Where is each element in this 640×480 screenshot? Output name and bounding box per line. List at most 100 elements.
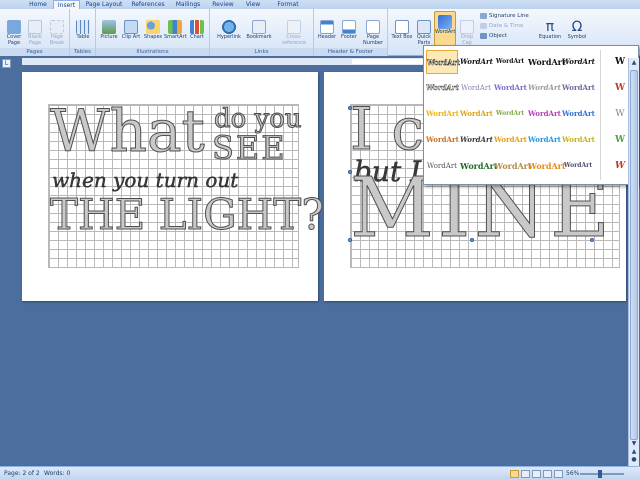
wordart-style-16[interactable]: WordArt [426, 128, 459, 152]
bookmark-button[interactable]: Bookmark [246, 20, 272, 50]
scrollbar-thumb[interactable] [630, 70, 638, 440]
wordart-style-24[interactable]: WordArt [528, 154, 566, 178]
selection-handle[interactable] [348, 170, 352, 174]
wordart-style-25[interactable]: WordArt [562, 154, 594, 178]
wordart-style-7[interactable]: WordArt [460, 76, 492, 100]
wordart-style-21[interactable]: WordArt [426, 154, 458, 178]
header-button[interactable]: Header [316, 20, 338, 50]
selection-handle[interactable] [348, 106, 352, 110]
wordart-style-15[interactable]: WordArt [562, 102, 595, 126]
tab-view[interactable]: View [242, 0, 264, 9]
office-button[interactable] [4, 0, 22, 9]
chart-button[interactable]: Chart [186, 20, 208, 50]
vertical-scrollbar[interactable]: ▲ ▼ ▲ ● [628, 58, 639, 466]
group-label-header-footer: Header & Footer [314, 48, 387, 56]
object-button[interactable]: Object [480, 32, 507, 40]
text-box-button[interactable]: Text Box [391, 20, 413, 50]
wordart-style-6[interactable]: WordArt [426, 76, 459, 100]
wordart-style-8[interactable]: WordArt [494, 76, 527, 100]
drop-cap-icon [460, 20, 474, 34]
hyperlink-button[interactable]: Hyperlink [216, 20, 242, 50]
table-icon [76, 20, 90, 34]
wordart-button[interactable]: WordArt [434, 11, 456, 46]
wordart-style-10[interactable]: WordArt [562, 76, 595, 100]
footer-button[interactable]: Footer [338, 20, 360, 50]
smartart-icon [168, 20, 182, 34]
web-layout-view-button[interactable] [532, 470, 541, 478]
tab-insert[interactable]: Insert [53, 0, 80, 9]
word-count[interactable]: Words: 0 [44, 467, 70, 480]
tab-format[interactable]: Format [268, 0, 308, 9]
zoom-slider-knob[interactable] [598, 470, 602, 478]
wordart-see[interactable]: SEE [212, 132, 287, 165]
wordart-style-12[interactable]: WordArt [460, 102, 493, 126]
wordart-when-you-turn-out[interactable]: when you turn out [52, 170, 239, 190]
wordart-style-1[interactable]: WordArt [426, 50, 460, 74]
selection-handle[interactable] [590, 238, 594, 242]
wordart-style-2[interactable]: WordArt [460, 50, 493, 74]
tab-mailings[interactable]: Mailings [172, 0, 204, 9]
page-count[interactable]: Page: 2 of 2 [4, 467, 40, 480]
shapes-button[interactable]: Shapes [142, 20, 164, 50]
wordart-style-20[interactable]: WordArt [562, 128, 595, 152]
scroll-up-icon[interactable]: ▲ [630, 59, 638, 67]
ribbon-tab-row: Home Insert Page Layout References Maili… [0, 0, 640, 9]
document-page-1[interactable]: What do you SEE when you turn out THE LI… [22, 72, 324, 301]
previous-page-icon[interactable]: ▲ [630, 448, 638, 456]
blank-page-button[interactable]: Blank Page [24, 20, 46, 50]
group-links: Hyperlink Bookmark Cross-reference Links [210, 9, 314, 56]
ruler-toggle[interactable]: L [2, 59, 11, 68]
wordart-icon [438, 15, 452, 29]
date-time-button[interactable]: Date & Time [480, 22, 523, 30]
clip-art-icon [124, 20, 138, 34]
zoom-level[interactable]: 56% [566, 467, 579, 480]
outline-view-button[interactable] [543, 470, 552, 478]
tab-references[interactable]: References [128, 0, 168, 9]
wordart-style-11[interactable]: WordArt [426, 102, 459, 126]
bookmark-icon [252, 20, 266, 34]
wordart-style-18[interactable]: WordArt [494, 128, 527, 152]
tab-home[interactable]: Home [26, 0, 50, 9]
cover-page-icon [7, 20, 21, 34]
print-layout-view-button[interactable] [510, 470, 519, 478]
cross-reference-button[interactable]: Cross-reference [276, 20, 312, 50]
globe-icon [222, 20, 236, 34]
wordart-style-14[interactable]: WordArt [528, 102, 561, 126]
page-break-button[interactable]: Page Break [46, 20, 68, 50]
group-label-links: Links [210, 48, 313, 56]
picture-button[interactable]: Picture [98, 20, 120, 50]
cover-page-button[interactable]: Cover Page [3, 20, 25, 50]
cross-reference-icon [287, 20, 301, 34]
full-screen-reading-view-button[interactable] [521, 470, 530, 478]
wordart-style-4[interactable]: WordArt [528, 50, 566, 74]
object-icon [480, 33, 487, 39]
wordart-style-17[interactable]: WordArt [460, 128, 493, 152]
signature-line-button[interactable]: Signature Line [480, 12, 529, 20]
wordart-style-9[interactable]: WordArt [528, 76, 561, 100]
wordart-style-5[interactable]: WordArt [562, 50, 595, 74]
group-header-footer: Header Footer Page Number Header & Foote… [314, 9, 388, 56]
draft-view-button[interactable] [554, 470, 563, 478]
smartart-button[interactable]: SmartArt [164, 20, 187, 50]
selection-handle[interactable] [470, 238, 474, 242]
select-browse-object-icon[interactable]: ● [630, 456, 638, 464]
wordart-what[interactable]: What [50, 102, 206, 161]
table-button[interactable]: Table [72, 20, 94, 50]
wordart-style-23[interactable]: WordArt [494, 154, 532, 178]
selection-handle[interactable] [348, 238, 352, 242]
page-number-button[interactable]: Page Number [360, 20, 386, 50]
wordart-style-3[interactable]: WordArt [494, 50, 526, 74]
tab-review[interactable]: Review [208, 0, 238, 9]
shapes-icon [146, 20, 160, 34]
zoom-slider[interactable] [580, 473, 624, 475]
blank-page-icon [28, 20, 42, 34]
pi-icon: π [545, 19, 555, 35]
wordart-style-19[interactable]: WordArt [528, 128, 561, 152]
wordart-the-light[interactable]: THE LIGHT? [50, 193, 325, 236]
tab-page-layout[interactable]: Page Layout [84, 0, 124, 9]
calendar-icon [480, 23, 487, 29]
clip-art-button[interactable]: Clip Art [120, 20, 142, 50]
wordart-style-13[interactable]: WordArt [494, 102, 526, 126]
scroll-down-icon[interactable]: ▼ [630, 440, 638, 448]
wordart-style-22[interactable]: WordArt [460, 154, 498, 178]
